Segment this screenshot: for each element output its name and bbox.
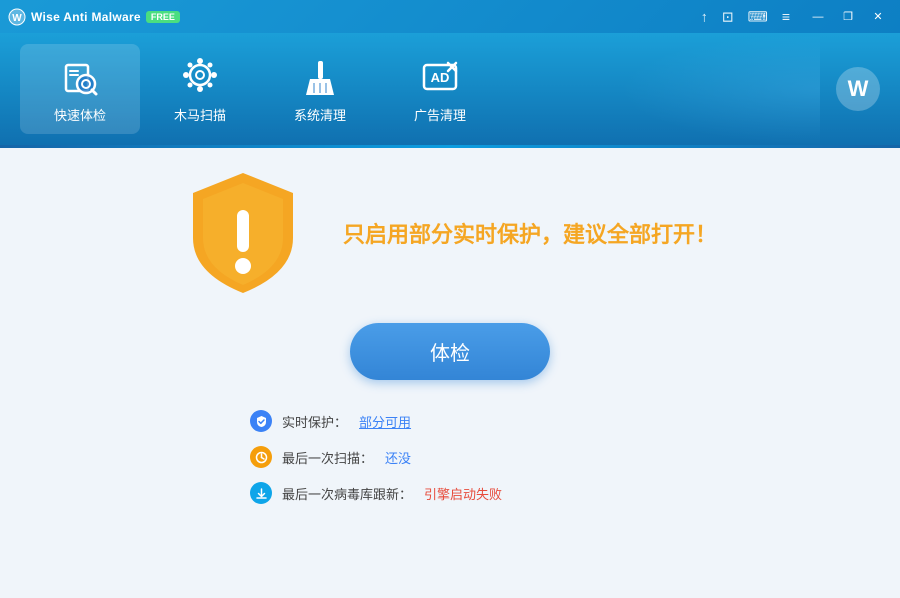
last-update-icon (250, 482, 272, 504)
nav-item-quick-scan[interactable]: 快速体检 (20, 44, 140, 134)
nav-label-system-clean: 系统清理 (294, 105, 346, 124)
avatar-letter: W (848, 76, 869, 102)
upload-icon[interactable]: ↑ (701, 9, 708, 25)
system-clean-icon (298, 55, 342, 99)
nav-label-ad-clean: 广告清理 (414, 105, 466, 124)
status-list: 实时保护： 部分可用 最后一次扫描： 还没 (250, 410, 650, 504)
app-title: Wise Anti Malware (31, 10, 141, 24)
quick-scan-icon (58, 55, 102, 99)
status-last-scan: 最后一次扫描： 还没 (250, 446, 650, 468)
svg-text:AD: AD (431, 70, 450, 85)
status-realtime: 实时保护： 部分可用 (250, 410, 650, 432)
ad-clean-icon: AD (418, 55, 462, 99)
last-scan-label: 最后一次扫描： (282, 448, 373, 467)
trojan-scan-icon (178, 55, 222, 99)
nav-label-quick-scan: 快速体检 (54, 105, 106, 124)
nav-item-system-clean[interactable]: 系统清理 (260, 44, 380, 134)
title-bar: W Wise Anti Malware FREE ↑ ⊡ ⌨ ≡ — ❐ ✕ (0, 0, 900, 33)
display-icon[interactable]: ⊡ (722, 8, 734, 25)
last-scan-icon (250, 446, 272, 468)
last-update-label: 最后一次病毒库跟新： (282, 484, 412, 503)
last-scan-value: 还没 (385, 448, 411, 467)
window-controls: — ❐ ✕ (804, 7, 892, 27)
nav-item-ad-clean[interactable]: AD 广告清理 (380, 44, 500, 134)
menu-icon[interactable]: ≡ (782, 9, 790, 25)
warning-text-container: 只启用部分实时保护，建议全部打开！ (343, 217, 717, 249)
nav-item-trojan-scan[interactable]: 木马扫描 (140, 44, 260, 134)
avatar-button[interactable]: W (836, 67, 880, 111)
main-content: 只启用部分实时保护，建议全部打开！ 体检 实时保护： 部分可用 (0, 148, 900, 598)
realtime-label: 实时保护： (282, 412, 347, 431)
shield-warning-icon (183, 168, 303, 298)
status-last-update: 最后一次病毒库跟新： 引擎启动失败 (250, 482, 650, 504)
free-badge: FREE (146, 11, 180, 23)
realtime-value[interactable]: 部分可用 (359, 412, 411, 431)
maximize-button[interactable]: ❐ (834, 7, 862, 27)
minimize-button[interactable]: — (804, 7, 832, 27)
svg-text:W: W (12, 13, 22, 24)
nav-label-trojan-scan: 木马扫描 (174, 105, 226, 124)
last-update-value: 引擎启动失败 (424, 484, 502, 503)
nav-bar: 快速体检 木马扫描 (0, 33, 900, 145)
warning-text: 只启用部分实时保护，建议全部打开！ (343, 222, 717, 247)
scan-button[interactable]: 体检 (350, 323, 550, 380)
realtime-icon (250, 410, 272, 432)
settings-icon[interactable]: ⌨ (748, 8, 768, 25)
warning-section: 只启用部分实时保护，建议全部打开！ (183, 168, 717, 298)
close-button[interactable]: ✕ (864, 7, 892, 27)
app-icon: W (8, 8, 26, 26)
titlebar-extra-icons: ↑ ⊡ ⌨ ≡ (701, 8, 790, 25)
